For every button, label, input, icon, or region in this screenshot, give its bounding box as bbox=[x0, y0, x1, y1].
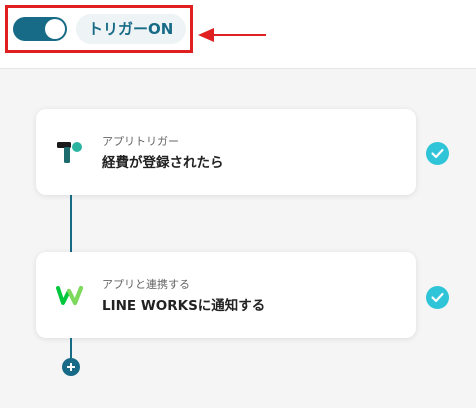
trigger-status-label: トリガーON bbox=[76, 14, 186, 44]
flow-step-trigger[interactable]: アプリトリガー 経費が登録されたら bbox=[36, 109, 416, 195]
flow-connector bbox=[70, 338, 72, 358]
step-title: 経費が登録されたら bbox=[102, 155, 224, 171]
line-works-icon bbox=[56, 286, 83, 305]
step-subtitle: アプリと連携する bbox=[102, 278, 190, 291]
flow-step-action[interactable]: アプリと連携する LINE WORKSに通知する bbox=[36, 252, 416, 338]
top-bar: トリガーON bbox=[0, 0, 476, 69]
expense-app-icon bbox=[57, 142, 82, 163]
trigger-toggle[interactable] bbox=[13, 17, 67, 41]
plus-icon bbox=[67, 363, 75, 371]
check-icon bbox=[426, 142, 449, 165]
step-subtitle: アプリトリガー bbox=[102, 135, 179, 148]
toggle-knob bbox=[45, 19, 65, 39]
flow-connector bbox=[70, 195, 72, 252]
arrow-left-icon bbox=[198, 28, 266, 42]
step-title: LINE WORKSに通知する bbox=[102, 298, 266, 314]
check-icon bbox=[426, 286, 449, 309]
add-step-button[interactable] bbox=[62, 358, 80, 376]
